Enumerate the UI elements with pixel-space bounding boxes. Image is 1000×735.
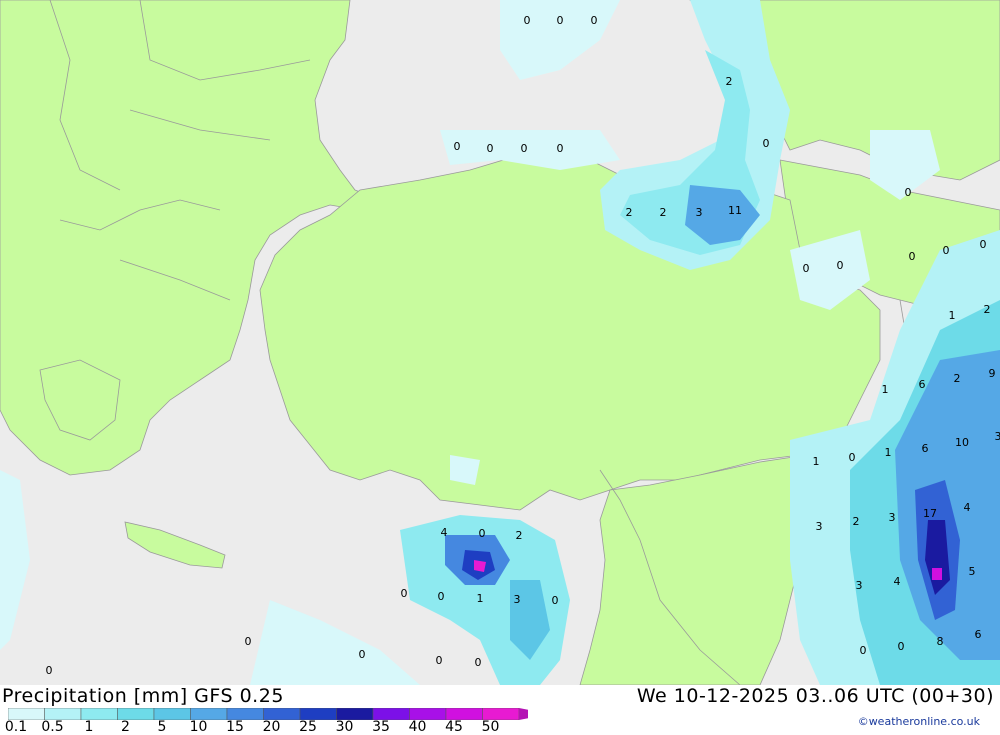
map-value-label: 1: [477, 592, 484, 605]
map-value-label: 6: [975, 628, 982, 641]
map-value-label: 1: [885, 446, 892, 459]
map-value-label: 0: [849, 451, 856, 464]
map-value-label: 2: [954, 372, 961, 385]
map-value-label: 1: [813, 455, 820, 468]
map-value-label: 6: [922, 442, 929, 455]
credit-link[interactable]: ©weatheronline.co.uk: [858, 715, 980, 728]
map-value-label: 0: [438, 590, 445, 603]
map-value-label: 4: [441, 526, 448, 539]
map-value-label: 0: [557, 142, 564, 155]
map-value-label: 0: [401, 587, 408, 600]
map-value-label: 17: [923, 507, 937, 520]
map-value-label: 1: [882, 383, 889, 396]
map-value-label: 2: [853, 515, 860, 528]
map-value-label: 6: [919, 378, 926, 391]
map-value-label: 0: [860, 644, 867, 657]
map-value-label: 0: [943, 244, 950, 257]
map-value-label: 3: [696, 206, 703, 219]
map-value-label: 9: [989, 367, 996, 380]
map-value-label: 2: [726, 75, 733, 88]
map-value-label: 0: [803, 262, 810, 275]
map-value-label: 0: [359, 648, 366, 661]
map-value-label: 4: [894, 575, 901, 588]
map-value-label: 2: [516, 529, 523, 542]
map-value-label: 4: [964, 501, 971, 514]
map-value-label: 3: [816, 520, 823, 533]
map-value-label: 0: [436, 654, 443, 667]
map-value-label: 0: [46, 664, 53, 677]
map-value-label: 0: [475, 656, 482, 669]
map-value-label: 0: [898, 640, 905, 653]
precipitation-map: 0002000002231100000012162961031011743234…: [0, 0, 1000, 685]
map-value-label: 0: [245, 635, 252, 648]
map-value-label: 0: [591, 14, 598, 27]
land-anatolia: [260, 150, 880, 510]
map-value-label: 0: [552, 594, 559, 607]
map-value-label: 0: [909, 250, 916, 263]
map-value-label: 0: [980, 238, 987, 251]
precip-east-peak: [932, 568, 942, 580]
map-title: Precipitation [mm] GFS 0.25: [2, 685, 284, 707]
map-value-label: 0: [521, 142, 528, 155]
map-value-label: 3: [514, 593, 521, 606]
map-value-label: 11: [728, 204, 742, 217]
map-datetime: We 10-12-2025 03..06 UTC (00+30): [637, 685, 994, 707]
map-value-label: 5: [969, 565, 976, 578]
map-value-label: 3: [856, 579, 863, 592]
map-canvas: 0002000002231100000012162961031011743234…: [0, 0, 1000, 685]
map-value-label: 8: [937, 635, 944, 648]
map-value-label: 0: [487, 142, 494, 155]
precip-cyprus-core: [474, 560, 486, 572]
precip-sea-small: [450, 455, 480, 485]
map-value-label: 0: [557, 14, 564, 27]
map-value-label: 0: [905, 186, 912, 199]
map-value-label: 0: [763, 137, 770, 150]
footer-bar: Precipitation [mm] GFS 0.25 We 10-12-202…: [0, 685, 1000, 733]
map-value-label: 1: [949, 309, 956, 322]
map-value-label: 10: [955, 436, 969, 449]
map-value-label: 2: [626, 206, 633, 219]
map-value-label: 3: [995, 430, 1000, 443]
legend-arrow: [519, 708, 528, 720]
map-value-label: 2: [660, 206, 667, 219]
map-value-label: 0: [837, 259, 844, 272]
map-value-label: 0: [524, 14, 531, 27]
map-value-label: 0: [454, 140, 461, 153]
map-value-label: 0: [479, 527, 486, 540]
map-value-label: 2: [984, 303, 991, 316]
map-value-label: 3: [889, 511, 896, 524]
